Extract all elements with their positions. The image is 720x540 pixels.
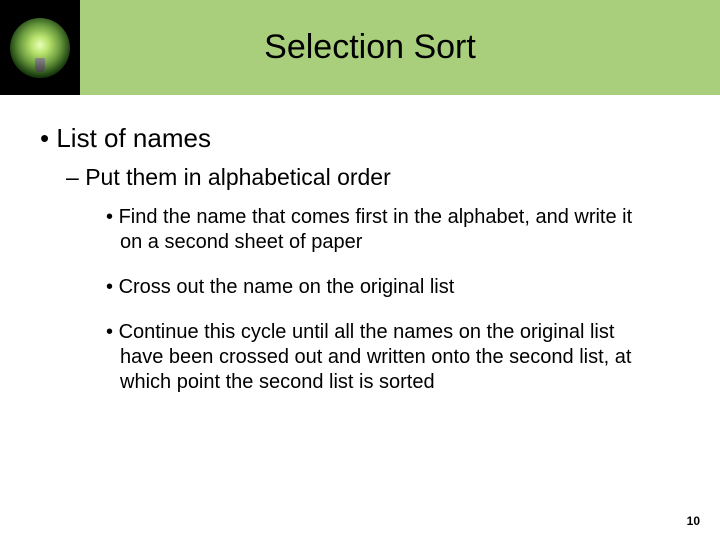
bullet-level1: List of names	[40, 123, 680, 154]
slide-title: Selection Sort	[80, 28, 720, 67]
slide-body: List of names Put them in alphabetical o…	[0, 95, 720, 395]
page-number: 10	[687, 514, 700, 528]
lightbulb-icon	[0, 0, 80, 95]
slide-header: Selection Sort	[0, 0, 720, 95]
bullet-level2: Put them in alphabetical order	[66, 164, 680, 191]
bullet-level3: Find the name that comes first in the al…	[106, 205, 640, 255]
bullet-level3: Cross out the name on the original list	[106, 275, 640, 300]
bullet-level3: Continue this cycle until all the names …	[106, 320, 640, 395]
